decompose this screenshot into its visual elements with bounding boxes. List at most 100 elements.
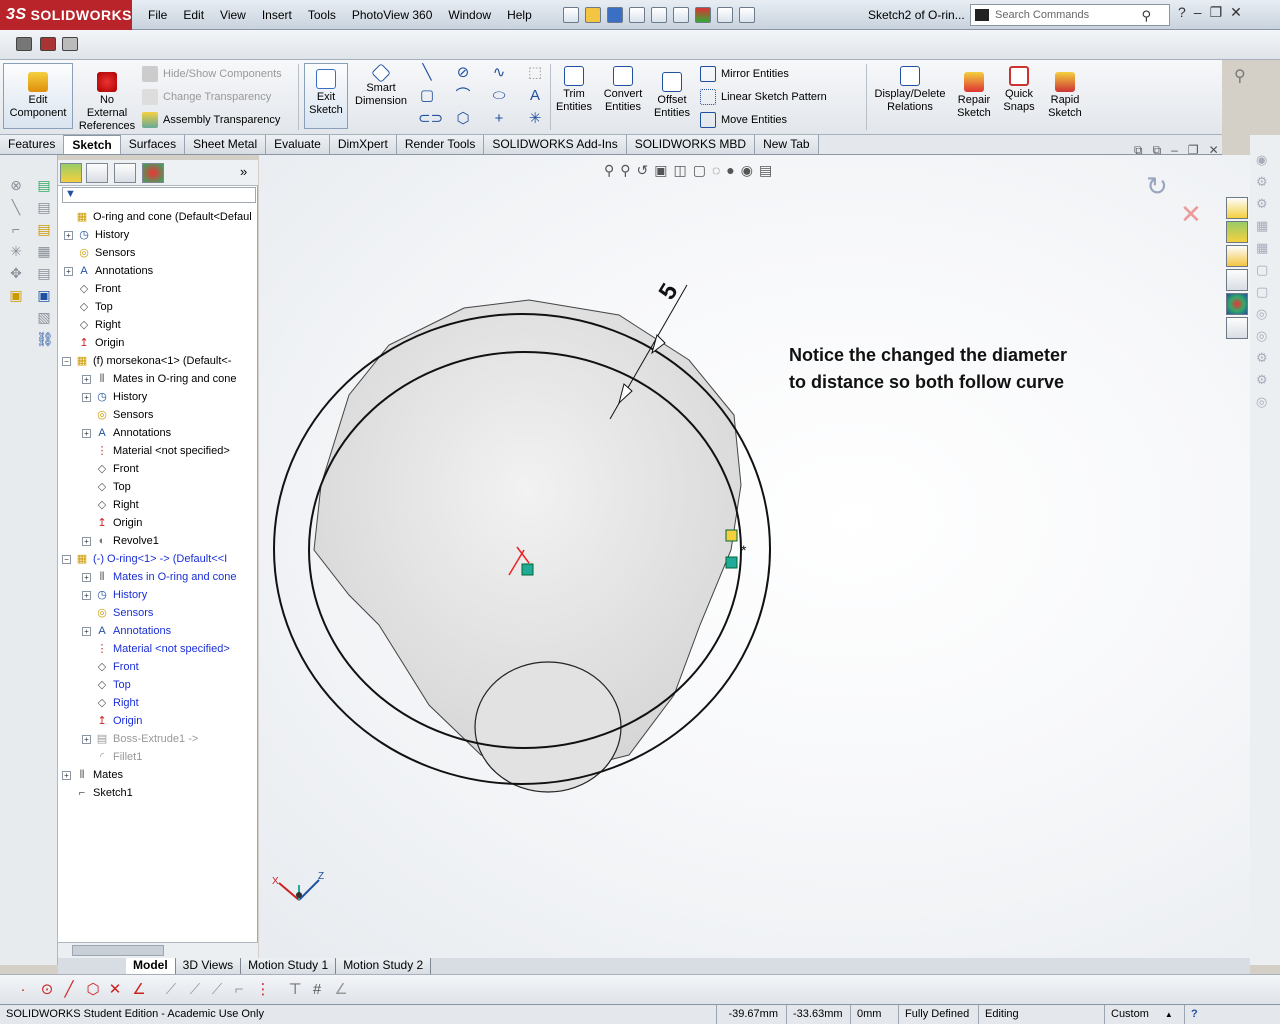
snap-d-icon[interactable]: ⌐ — [230, 981, 248, 999]
tree-item[interactable]: ◇ Right — [82, 694, 139, 712]
change-transparency-button[interactable]: Change Transparency — [142, 89, 271, 105]
relation-tool-icon[interactable]: ▣ — [8, 287, 24, 303]
new-document-icon[interactable] — [563, 7, 579, 23]
appearances-icon[interactable] — [1226, 293, 1248, 315]
view-settings-icon[interactable]: ▤ — [759, 162, 772, 179]
tree-horizontal-scrollbar[interactable] — [58, 942, 258, 958]
tree-item[interactable]: + ◷ History — [82, 586, 147, 604]
snap-b-icon[interactable]: ⟋ — [186, 981, 204, 999]
restore-icon[interactable]: ❐ — [1210, 4, 1223, 21]
file-explorer-icon[interactable] — [1226, 245, 1248, 267]
menu-window[interactable]: Window — [440, 0, 499, 30]
quick-snaps-button[interactable]: Quick Snaps — [998, 66, 1040, 114]
tree-item[interactable]: + ◷ History — [64, 226, 129, 244]
display-style-icon[interactable]: ▢ — [693, 162, 706, 179]
viewport-tile-icon[interactable]: ⧉ — [1134, 143, 1143, 158]
collapse-icon[interactable]: − — [62, 356, 71, 366]
text-icon[interactable]: A — [526, 87, 544, 105]
apply-scene-icon[interactable]: ◉ — [741, 162, 753, 179]
tree-item[interactable]: ⌐ Sketch1 — [62, 784, 133, 802]
point-tool-icon[interactable]: · — [14, 981, 32, 999]
expand-icon[interactable]: + — [82, 374, 91, 384]
status-help-icon[interactable]: ? — [1184, 1005, 1208, 1024]
search-icon[interactable]: ⚲ — [1141, 8, 1151, 24]
spline-icon[interactable]: ∿ — [490, 64, 508, 82]
rebuild-icon[interactable] — [695, 7, 711, 23]
trim-entities-button[interactable]: Trim Entities — [552, 66, 596, 114]
tab-solidworks-add-ins[interactable]: SOLIDWORKS Add-Ins — [484, 135, 627, 154]
ellipse-icon[interactable]: ⬭ — [490, 87, 508, 105]
feature-tree-tab-icon[interactable] — [60, 163, 82, 183]
tree-item[interactable]: − ▦ (f) morsekona<1> (Default<- — [62, 352, 231, 370]
expand-icon[interactable]: + — [64, 230, 73, 240]
collapse-icon[interactable]: − — [62, 554, 71, 564]
camera-icon[interactable] — [16, 37, 32, 51]
configuration-manager-tab-icon[interactable] — [114, 163, 136, 183]
expand-icon[interactable]: + — [82, 590, 91, 600]
open-icon[interactable] — [585, 7, 601, 23]
tree-filter-input[interactable]: ▼ — [62, 187, 256, 203]
coincident-relation-bottom[interactable] — [725, 556, 738, 569]
tree-item[interactable]: ⋮ Material <not specified> — [82, 640, 230, 658]
rapid-sketch-button[interactable]: Rapid Sketch — [1044, 72, 1086, 120]
tree-item[interactable]: ◇ Right — [82, 496, 139, 514]
circle-tool-icon[interactable]: ⊙ — [38, 981, 56, 999]
model-tab-3d-views[interactable]: 3D Views — [175, 958, 242, 974]
right-tool-icon-9[interactable]: ◎ — [1256, 328, 1276, 344]
solidworks-logo[interactable]: 3S SOLIDWORKS — [0, 0, 132, 30]
zoom-to-fit-icon[interactable]: ⚲ — [604, 162, 614, 179]
centerline-icon[interactable]: ✳ — [526, 110, 544, 128]
scroll-thumb[interactable] — [72, 945, 164, 956]
tree-item[interactable]: ◇ Front — [64, 280, 121, 298]
grid-snap-icon[interactable]: ⊤ — [286, 981, 304, 999]
fillet-tool-icon[interactable]: ⌐ — [8, 221, 24, 237]
menu-file[interactable]: File — [140, 0, 175, 30]
hatch-tool-icon[interactable]: ▧ — [36, 309, 52, 325]
right-tool-icon-8[interactable]: ◎ — [1256, 306, 1276, 322]
view-tool-icon[interactable]: ▤ — [36, 265, 52, 281]
hide-show-items-icon[interactable]: ◌ — [712, 162, 720, 179]
home-icon[interactable] — [1226, 197, 1248, 219]
model-tab-model[interactable]: Model — [126, 958, 176, 974]
tree-item[interactable]: + ◷ History — [82, 388, 147, 406]
design-library-icon[interactable] — [1226, 221, 1248, 243]
tree-item[interactable]: + ⫴ Mates — [62, 766, 123, 784]
sketch-plane-icon[interactable]: ▤ — [36, 199, 52, 215]
arc-icon[interactable]: ⌒ — [454, 87, 472, 105]
file-properties-icon[interactable] — [717, 7, 733, 23]
tab-evaluate[interactable]: Evaluate — [266, 135, 330, 154]
tree-item[interactable]: + A Annotations — [82, 424, 171, 442]
tree-item[interactable]: ◎ Sensors — [82, 604, 153, 622]
offset-entities-button[interactable]: Offset Entities — [650, 72, 694, 120]
component-icon[interactable]: ▤ — [36, 221, 52, 237]
view-orientation-icon[interactable]: ◫ — [674, 162, 687, 179]
viewport-link-icon[interactable]: ⧉ — [1153, 143, 1162, 158]
link-tool-icon[interactable]: ⛓ — [36, 331, 54, 347]
tree-item[interactable]: + ⫴ Mates in O-ring and cone — [82, 370, 237, 388]
close-icon[interactable]: ✕ — [1230, 4, 1242, 21]
move-tool-icon[interactable]: ✥ — [8, 265, 24, 281]
tree-item[interactable]: ◇ Top — [64, 298, 113, 316]
tab-new-tab[interactable]: New Tab — [755, 135, 819, 154]
right-tool-icon-12[interactable]: ◎ — [1256, 394, 1276, 410]
expand-icon[interactable]: + — [82, 392, 91, 402]
right-tool-icon-7[interactable]: ▢ — [1256, 284, 1276, 300]
angle-tool-icon[interactable]: ∠ — [130, 981, 148, 999]
undo-icon[interactable] — [651, 7, 667, 23]
smart-dimension-button[interactable]: Smart Dimension — [352, 63, 410, 108]
move-entities-button[interactable]: Move Entities — [700, 112, 787, 128]
convert-entities-button[interactable]: Convert Entities — [600, 66, 646, 114]
right-tool-icon-3[interactable]: ⚙ — [1256, 196, 1276, 212]
dimension-value[interactable]: 5 — [654, 279, 684, 305]
rectangle-icon[interactable]: ▢ — [418, 87, 436, 105]
line-draw-icon[interactable]: ╱ — [60, 981, 78, 999]
snap-a-icon[interactable]: ⟋ — [162, 981, 180, 999]
snap-e-icon[interactable]: ⋮ — [254, 981, 272, 999]
polygon-tool-icon[interactable]: ⬡ — [84, 981, 102, 999]
tree-item[interactable]: ◇ Front — [82, 460, 139, 478]
menu-tools[interactable]: Tools — [300, 0, 344, 30]
repair-sketch-button[interactable]: Repair Sketch — [953, 72, 995, 120]
exit-sketch-button[interactable]: Exit Sketch — [304, 63, 348, 129]
assembly-transparency-button[interactable]: Assembly Transparency — [142, 112, 280, 128]
tree-item[interactable]: ◇ Top — [82, 676, 131, 694]
